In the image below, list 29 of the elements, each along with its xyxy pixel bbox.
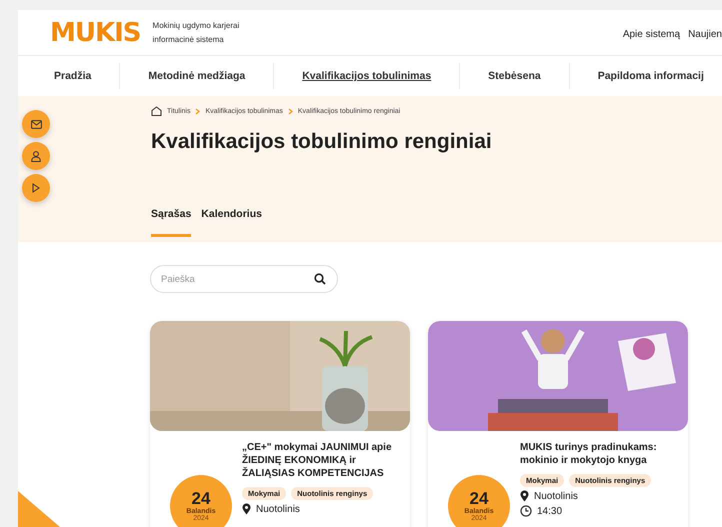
home-icon[interactable] [151, 106, 162, 116]
mail-icon [30, 120, 42, 128]
tagline: informacinė sistema [152, 34, 225, 46]
event-title[interactable]: „CE+" mokymai JAUNIMUI apie ŽIEDINĘ EKONOMIKĄ ir ŽALIĄSIAS KOMPETENCIJAS [242, 441, 402, 480]
chevron-icon [195, 108, 200, 114]
nav-item[interactable]: Papildoma informacij [570, 63, 722, 89]
corner-triangle-drawing [18, 491, 60, 527]
location-pin-icon [242, 503, 251, 515]
nav-item[interactable]: Stebėsena [460, 63, 570, 89]
chevron-icon [288, 108, 293, 114]
search-icon[interactable] [314, 273, 326, 285]
play-icon [32, 183, 40, 193]
header-link[interactable]: Apie sistemą [622, 29, 680, 40]
tab[interactable]: Sąrašas [151, 208, 192, 237]
tagline: Mokinių ugdymo karjerai [152, 20, 240, 32]
nav-item[interactable]: Metodinė medžiaga [120, 63, 274, 89]
clock-icon [520, 505, 532, 517]
page-title: Kvalifikacijos tobulinimo renginiai [151, 130, 493, 154]
nav-item[interactable]: Kvalifikacijos tobulinimas [274, 63, 460, 89]
event-title[interactable]: MUKIS turinys pradinukams: mokinio ir mokytojo knyga [520, 441, 680, 467]
user-icon [31, 150, 41, 162]
event-time: 14:30 [537, 506, 562, 516]
nav-item[interactable]: Pradžia [18, 63, 120, 89]
event-location: Nuotolinis [256, 504, 300, 514]
header-link[interactable]: Naujien [688, 29, 722, 40]
event-location: Nuotolinis [534, 490, 578, 502]
location-pin-icon [520, 490, 529, 502]
search-field[interactable]: Paieška [150, 265, 338, 293]
tab[interactable]: Kalendorius [201, 208, 262, 237]
